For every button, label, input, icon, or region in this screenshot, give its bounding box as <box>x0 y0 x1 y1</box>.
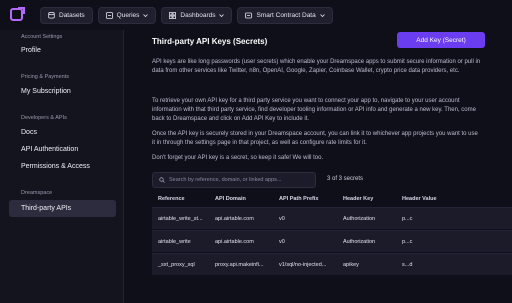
column-header-reference: Reference <box>158 196 185 202</box>
column-header-api-path: API Path Prefix <box>279 196 319 202</box>
smart-contract-button[interactable]: Smart Contract Data <box>237 6 333 24</box>
storage-paragraph: Once the API key is securely stored in y… <box>152 131 478 146</box>
cell-api-path: v0 <box>279 216 285 222</box>
sidebar-item-third-party-apis[interactable]: Third-party APIs <box>9 200 116 217</box>
dashboards-button[interactable]: Dashboards <box>161 6 233 24</box>
cell-api-domain: proxy.api.makeinfi... <box>215 262 264 268</box>
cell-reference: airtable_write <box>158 239 191 245</box>
cell-api-path: v0 <box>279 239 285 245</box>
datasets-label: Datasets <box>59 11 85 19</box>
logo-icon[interactable] <box>8 6 26 24</box>
cell-api-path: v1/sql/no-injected... <box>279 262 327 268</box>
chevron-down-icon <box>143 13 149 17</box>
sidebar-section-account: Account Settings <box>21 34 63 40</box>
table-row[interactable]: _sxt_proxy_sql proxy.api.makeinfi... v1/… <box>152 253 512 275</box>
sidebar-item-permissions[interactable]: Permissions & Access <box>21 163 90 170</box>
queries-icon <box>105 11 113 19</box>
cell-header-key: Authorization <box>343 239 376 245</box>
sidebar-section-pricing: Pricing & Payments <box>21 74 69 80</box>
column-header-header-key: Header Key <box>343 196 374 202</box>
secret-warning: Don't forget your API key is a secret, s… <box>152 155 324 161</box>
column-header-api-domain: API Domain <box>215 196 246 202</box>
queries-label: Queries <box>116 11 140 19</box>
database-icon <box>48 11 55 18</box>
chevron-down-icon <box>319 13 325 17</box>
retrieve-paragraph: To retrieve your own API key for a third… <box>152 98 476 122</box>
search-icon <box>159 177 165 183</box>
sidebar-section-developers: Developers & APIs <box>21 115 67 121</box>
cell-reference: _sxt_proxy_sql <box>158 262 195 268</box>
smart-contract-label: Smart Contract Data <box>256 11 316 19</box>
table-row[interactable]: airtable_write_st... api.airtable.com v0… <box>152 207 512 229</box>
cell-header-value: p...c <box>402 239 413 245</box>
cell-header-key: apikey <box>343 262 359 268</box>
page-title: Third-party API Keys (Secrets) <box>152 37 268 46</box>
table-row[interactable]: airtable_write api.airtable.com v0 Autho… <box>152 230 512 252</box>
column-header-header-value: Header Value <box>402 196 437 202</box>
chevron-down-icon <box>219 13 225 17</box>
dashboard-icon <box>169 11 177 19</box>
sidebar-item-docs[interactable]: Docs <box>21 129 37 136</box>
sidebar-section-dreamspace: Dreamspace <box>21 190 53 196</box>
cell-api-domain: api.airtable.com <box>215 216 254 222</box>
contract-icon <box>245 12 253 18</box>
cell-reference: airtable_write_st... <box>158 216 203 222</box>
intro-paragraph: API keys are like long passwords (user s… <box>152 59 481 74</box>
queries-button[interactable]: Queries <box>97 6 157 24</box>
secrets-count: 3 of 3 secrets <box>327 176 364 182</box>
cell-header-key: Authorization <box>343 216 376 222</box>
search-box[interactable] <box>152 172 316 188</box>
top-bar: Datasets Queries Dashboards Smart Contra… <box>0 0 512 30</box>
cell-header-value: s...d <box>402 262 413 268</box>
add-key-button[interactable]: Add Key (Secret) <box>397 32 485 48</box>
dashboards-label: Dashboards <box>180 11 216 19</box>
sidebar-item-profile[interactable]: Profile <box>21 47 41 54</box>
sidebar: Account Settings Profile Pricing & Payme… <box>0 30 124 303</box>
cell-header-value: p...c <box>402 216 413 222</box>
sidebar-item-subscription[interactable]: My Subscription <box>21 88 71 95</box>
datasets-button[interactable]: Datasets <box>40 6 93 24</box>
main-content: Third-party API Keys (Secrets) Add Key (… <box>124 30 512 303</box>
sidebar-item-api-authentication[interactable]: API Authentication <box>21 146 78 153</box>
cell-api-domain: api.airtable.com <box>215 239 254 245</box>
search-input[interactable] <box>169 177 314 183</box>
